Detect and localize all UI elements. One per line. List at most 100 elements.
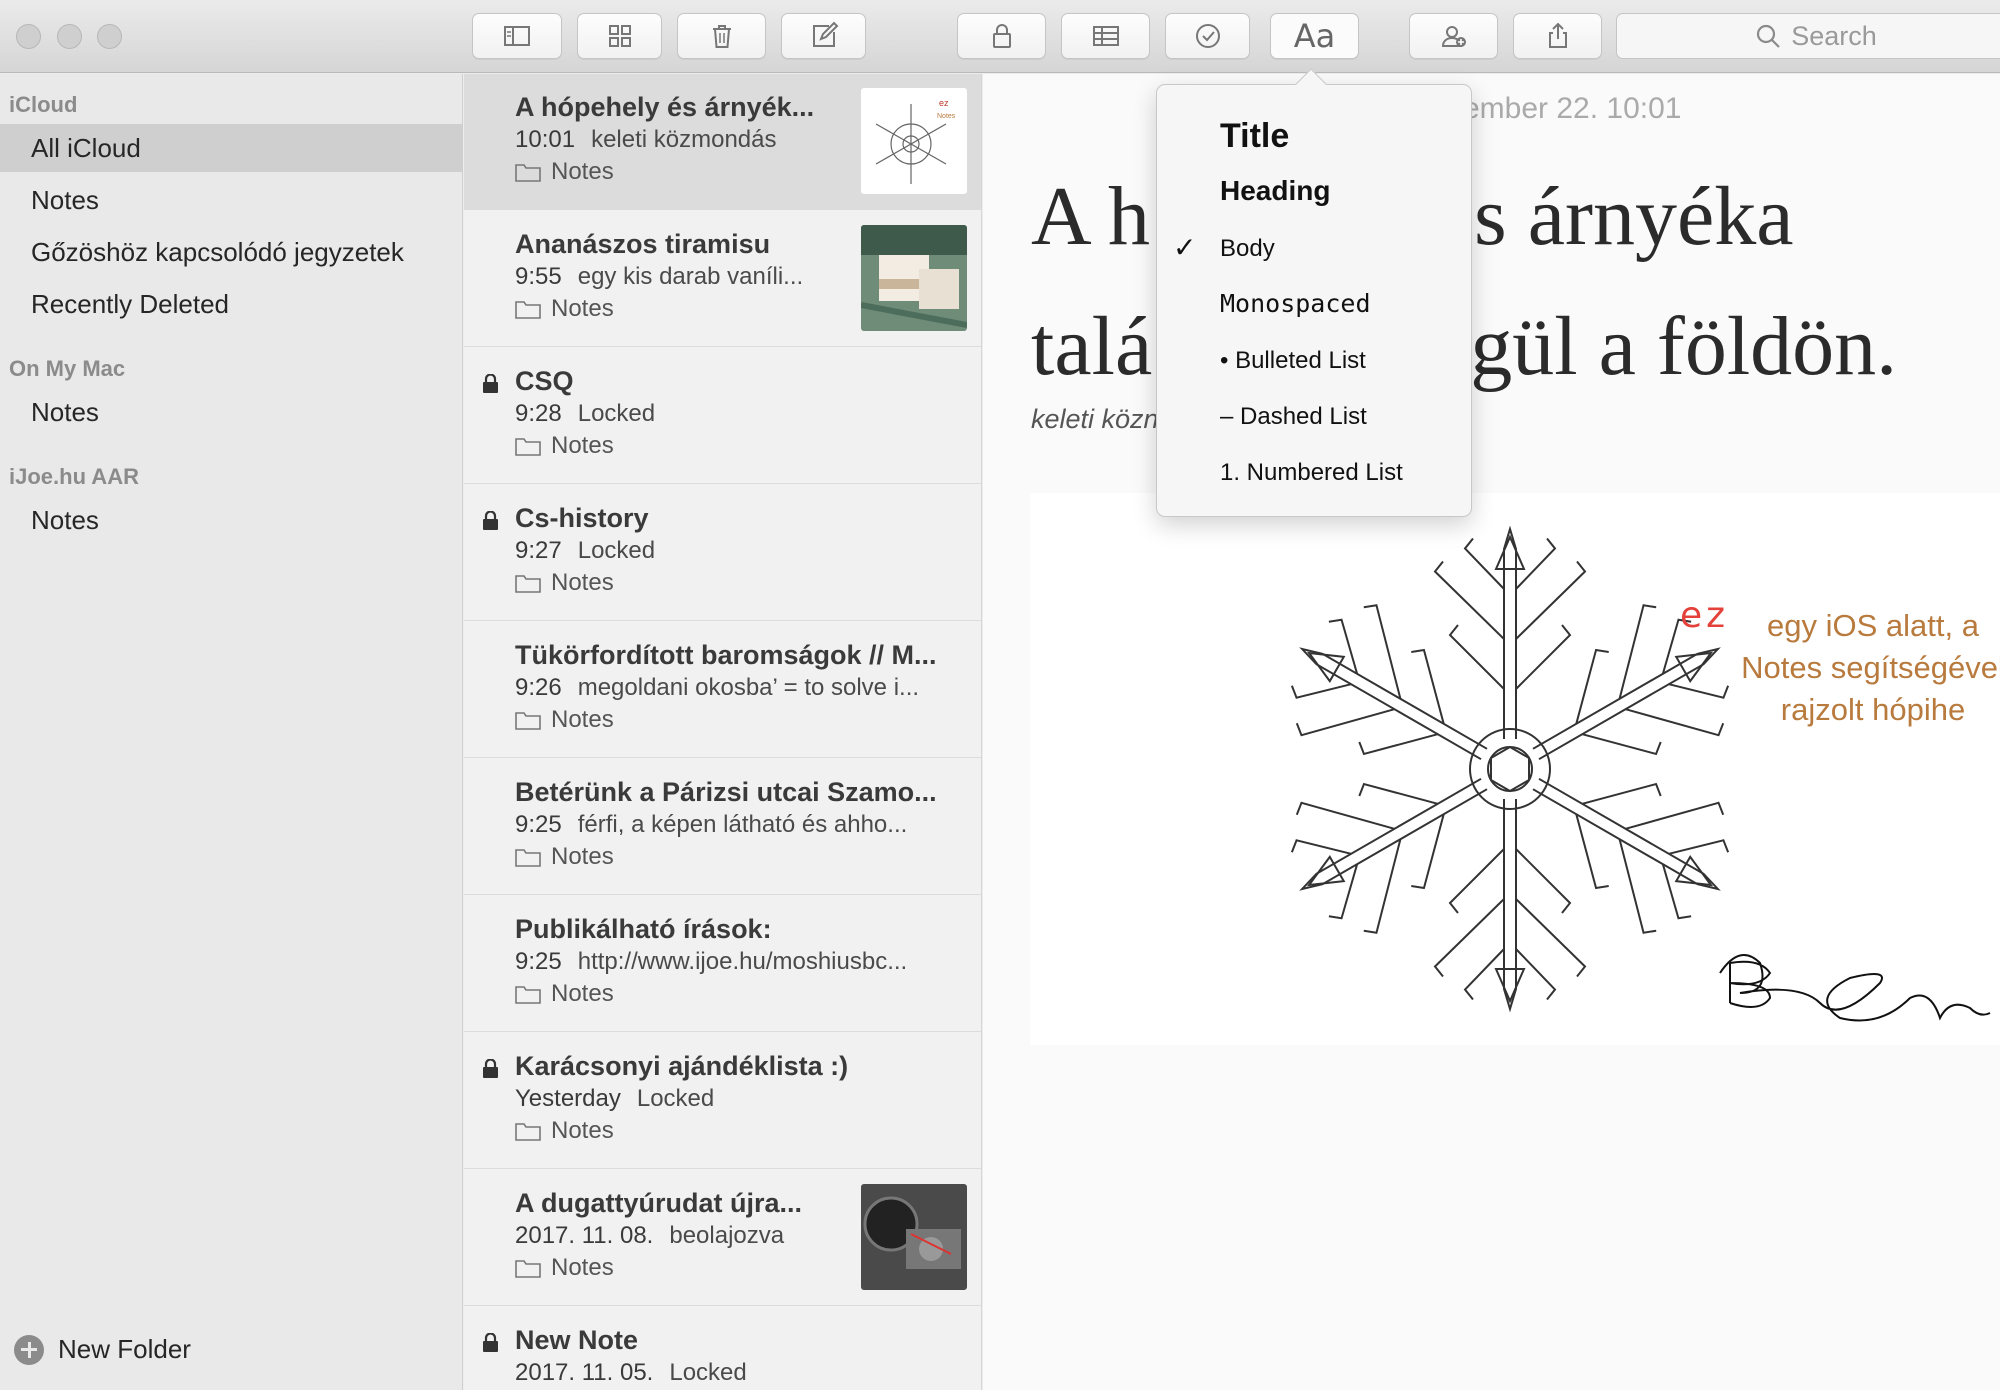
minimize-window-button[interactable]	[57, 24, 82, 49]
search-input[interactable]: Search	[1616, 13, 2000, 59]
title-line2-left: talá	[1031, 300, 1153, 393]
format-title[interactable]: Title	[1220, 117, 1289, 156]
sidebar-item-notes-icloud[interactable]: Notes	[0, 176, 462, 224]
section-header-on-my-mac: On My Mac	[9, 356, 126, 381]
format-body[interactable]: Body	[1220, 235, 1275, 263]
note-folder: Notes	[515, 432, 614, 460]
note-meta: 10:01 keleti közmondás	[515, 126, 845, 154]
note-editor[interactable]: ember 22. 10:01 A h s árnyéka talá gül a f…	[983, 74, 2000, 1390]
note-list-item[interactable]: Cs-history 9:27 Locked Notes	[464, 485, 981, 621]
delete-button[interactable]	[677, 13, 766, 59]
folder-icon	[515, 301, 541, 319]
lock-icon	[483, 511, 498, 530]
folder-icon	[515, 712, 541, 730]
sidebar-item-notes-mac[interactable]: Notes	[0, 388, 462, 436]
note-time: 10:01	[515, 126, 576, 153]
note-folder: Notes	[515, 158, 614, 186]
note-preview: egy kis darab vaníli...	[577, 263, 804, 290]
note-title: Cs-history	[515, 503, 649, 533]
note-folder: Notes	[515, 1254, 614, 1282]
note-preview: keleti közmondás	[591, 126, 777, 153]
note-meta: 9:55 egy kis darab vaníli...	[515, 263, 845, 291]
note-time: Yesterday	[515, 1085, 621, 1112]
sidebar-item-all-icloud[interactable]: All iCloud	[0, 124, 462, 172]
note-list-item[interactable]: Tükörfordított baromságok // M... 9:26 meg…	[464, 622, 981, 758]
folder-icon	[515, 1260, 541, 1278]
sidebar-item-gozos[interactable]: Gőzöshöz kapcsolódó jegyzetek	[0, 228, 462, 276]
checklist-button[interactable]	[1165, 13, 1250, 59]
note-folder-label: Notes	[551, 432, 614, 459]
note-folder-label: Notes	[551, 706, 614, 733]
note-folder: Notes	[515, 706, 614, 734]
new-folder-label: New Folder	[58, 1334, 191, 1364]
note-preview: férfi, a képen látható és ahho...	[577, 811, 908, 838]
share-button[interactable]	[1513, 13, 1602, 59]
folder-icon	[515, 164, 541, 182]
note-folder-label: Notes	[551, 843, 614, 870]
format-button[interactable]: Aa	[1270, 13, 1359, 59]
format-heading[interactable]: Heading	[1220, 175, 1330, 207]
note-time: 9:28	[515, 400, 562, 427]
note-list: A hópehely és árnyék... 10:01 keleti közmo…	[464, 74, 982, 1390]
note-title: Tükörfordított baromságok // M...	[515, 640, 937, 670]
folder-icon	[515, 575, 541, 593]
new-folder-button[interactable]: New Folder	[14, 1334, 191, 1365]
note-preview: Locked	[636, 1085, 715, 1112]
format-monospaced[interactable]: Monospaced	[1220, 289, 1371, 318]
note-thumbnail: ez Notes	[861, 88, 967, 194]
note-folder: Notes	[515, 295, 614, 323]
new-note-button[interactable]	[781, 13, 866, 59]
annotation-line-1: egy iOS alatt, a	[1767, 608, 1979, 643]
note-time: 9:25	[515, 811, 562, 838]
note-preview: Locked	[669, 1359, 747, 1386]
sidebar-item-notes-ijoe[interactable]: Notes	[0, 496, 462, 544]
note-list-item[interactable]: A hópehely és árnyék... 10:01 keleti közmo…	[464, 74, 981, 210]
format-bulleted-list[interactable]: • Bulleted List	[1220, 347, 1366, 375]
note-list-item[interactable]: A dugattyúrudat újra... 2017. 11. 08. beol…	[464, 1170, 981, 1306]
note-preview: Locked	[577, 537, 656, 564]
note-title: Betérünk a Párizsi utcai Szamo...	[515, 777, 937, 807]
note-date: ember 22. 10:01	[1463, 92, 1682, 125]
add-people-button[interactable]	[1409, 13, 1498, 59]
note-list-item[interactable]: Ananászos tiramisu 9:55 egy kis darab vaní…	[464, 211, 981, 347]
note-list-item[interactable]: Publikálható írások: 9:25 http://www.ijoe.…	[464, 896, 981, 1032]
format-numbered-list[interactable]: 1. Numbered List	[1220, 459, 1403, 487]
attachments-browser-button[interactable]	[577, 13, 662, 59]
format-dashed-list[interactable]: – Dashed List	[1220, 403, 1367, 431]
note-time: 9:27	[515, 537, 562, 564]
lock-icon	[483, 1059, 498, 1078]
insert-table-button[interactable]	[1061, 13, 1150, 59]
sidebar-item-recently-deleted[interactable]: Recently Deleted	[0, 280, 462, 328]
note-title: Ananászos tiramisu	[515, 229, 771, 259]
zoom-window-button[interactable]	[97, 24, 122, 49]
note-meta: 2017. 11. 05. Locked	[515, 1359, 955, 1387]
sketch-attachment[interactable]: ez egy iOS alatt, a Notes segítségével r…	[1030, 493, 2000, 1045]
note-list-item[interactable]: CSQ 9:28 Locked Notes	[464, 348, 981, 484]
note-thumbnail	[861, 1184, 967, 1290]
folder-icon	[515, 1123, 541, 1141]
title-line1-left: A h	[1031, 170, 1151, 263]
note-meta: 9:26 megoldani okosba’ = to solve i...	[515, 674, 955, 702]
title-line2-right: gül a földön.	[1470, 300, 1898, 393]
plus-circle-icon	[14, 1334, 44, 1365]
note-list-item[interactable]: Betérünk a Párizsi utcai Szamo... 9:25 fér…	[464, 759, 981, 895]
note-preview: megoldani okosba’ = to solve i...	[577, 674, 920, 701]
note-folder: Notes	[515, 980, 614, 1008]
note-list-item[interactable]: Karácsonyi ajándéklista :) Yesterday Locke…	[464, 1033, 981, 1169]
title-line1-right: s árnyéka	[1474, 170, 1794, 263]
add-people-icon	[1441, 26, 1466, 47]
gallery-icon	[608, 25, 631, 47]
close-window-button[interactable]	[16, 24, 41, 49]
note-list-item[interactable]: New Note2017. 11. 05.LockedNotes	[464, 1307, 981, 1390]
toggle-folders-button[interactable]	[472, 13, 562, 59]
lock-note-button[interactable]	[957, 13, 1046, 59]
format-popover: ✓ Title Heading Body Monospaced • Bullet…	[1156, 68, 1472, 517]
checkmark-icon: ✓	[1173, 232, 1197, 263]
note-title: New Note	[515, 1325, 639, 1355]
note-title: CSQ	[515, 366, 574, 396]
note-meta: 9:28 Locked	[515, 400, 955, 428]
note-preview: http://www.ijoe.hu/moshiusbc...	[577, 948, 908, 975]
note-meta: 9:25 http://www.ijoe.hu/moshiusbc...	[515, 948, 955, 976]
note-meta: 2017. 11. 08. beolajozva	[515, 1222, 845, 1250]
trash-icon	[712, 25, 731, 48]
